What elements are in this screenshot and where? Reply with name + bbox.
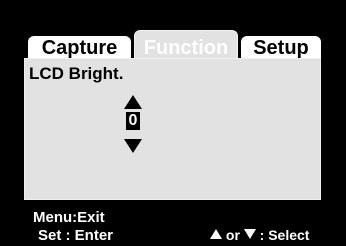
select-or-text: or [225,227,240,243]
brightness-stepper[interactable]: 0 [122,95,146,155]
function-panel: LCD Bright. 0 [24,58,321,200]
tab-function[interactable]: Function [134,30,238,60]
tab-setup[interactable]: Setup [241,36,321,60]
select-text: : Select [259,227,310,243]
triangle-down-icon[interactable] [124,139,142,153]
select-hint: or : Select [210,227,309,243]
tab-capture[interactable]: Capture [28,36,131,60]
lcd-brightness-label: LCD Bright. [29,64,124,83]
down-arrow-icon [243,229,256,239]
triangle-up-icon[interactable] [124,95,142,109]
up-arrow-icon [210,229,222,239]
menu-exit-hint: Menu:Exit [33,209,105,226]
set-enter-hint: Set : Enter [38,227,114,244]
brightness-value: 0 [126,112,140,130]
menu-tabs: Capture Function Setup [0,0,346,60]
